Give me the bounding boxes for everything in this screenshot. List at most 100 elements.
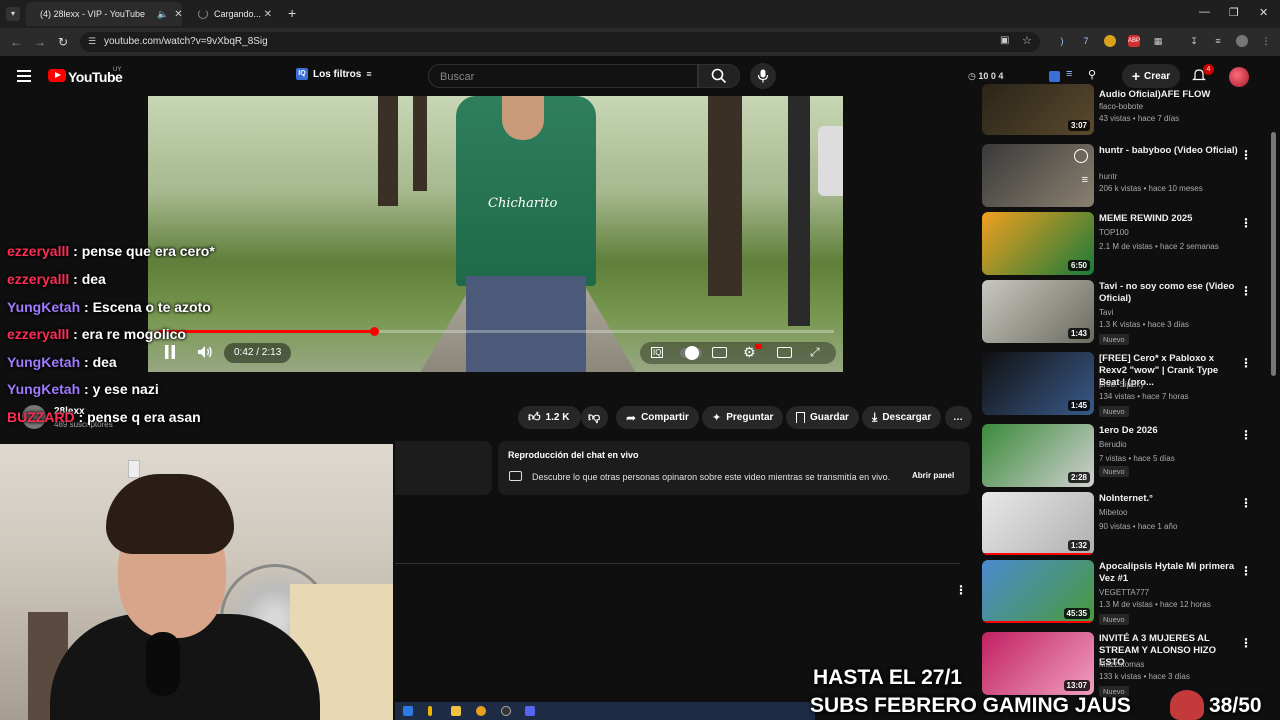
install-app-icon[interactable]: ▣ (1000, 35, 1009, 46)
filters-button[interactable]: IQ Los filtros ≡ (296, 68, 372, 80)
fullscreen-icon[interactable]: ⤢ (810, 345, 820, 360)
comments-more-icon[interactable]: ⋮ (955, 583, 967, 597)
obs-icon[interactable] (501, 706, 511, 716)
recommended-video[interactable]: 13:07 INVITÉ A 3 MUJERES AL STREAM Y ALON… (982, 632, 1272, 697)
user-avatar[interactable] (1229, 67, 1249, 87)
channel-name[interactable]: Mazzatomas (1099, 660, 1144, 669)
extension-badge-icon[interactable] (1049, 71, 1060, 82)
minimize-icon[interactable]: — (1199, 6, 1210, 18)
theater-mode-icon[interactable] (777, 347, 792, 358)
site-info-icon[interactable]: ☰ (88, 36, 96, 47)
video-options-icon[interactable]: ⋮ (1240, 216, 1252, 230)
close-window-icon[interactable]: ✕ (1259, 6, 1268, 19)
folder-icon[interactable] (451, 706, 461, 716)
save-button[interactable]: Guardar (786, 406, 859, 429)
tab-youtube[interactable]: (4) 28lexx - VIP - YouTube 🔈 ✕ (26, 2, 183, 26)
video-options-icon[interactable]: ⋮ (1240, 284, 1252, 298)
recommended-video[interactable]: 45:35 Apocalipsis Hytale Mi primera Vez #… (982, 560, 1272, 625)
create-button[interactable]: + Crear (1122, 64, 1180, 88)
channel-name[interactable]: Tavi (1099, 308, 1113, 317)
video-options-icon[interactable]: ⋮ (1240, 496, 1252, 510)
extension-stats[interactable]: ◷ 10 0 4 (968, 71, 1003, 82)
reading-list-icon[interactable]: ≡ (1212, 35, 1224, 47)
download-icon[interactable]: ↧ (1188, 35, 1200, 47)
recommended-video[interactable]: 2:28 1ero De 2026 Berudio 7 vistas • hace 5… (982, 424, 1272, 488)
app-icon[interactable] (428, 706, 432, 716)
channel-name[interactable]: VEGETTA777 (1099, 588, 1149, 597)
video-title[interactable]: Tavi - no soy como ese (Video Oficial) (1099, 281, 1239, 305)
video-title[interactable]: 1ero De 2026 (1099, 425, 1239, 437)
channel-name[interactable]: huntr (1099, 172, 1117, 181)
tab-list-icon[interactable]: ▾ (6, 7, 20, 21)
video-title[interactable]: huntr - babyboo (Video Oficial) (1099, 145, 1239, 157)
edge-icon[interactable] (403, 706, 413, 716)
video-thumbnail[interactable]: 1:43 (982, 280, 1094, 343)
autoplay-toggle[interactable] (680, 346, 702, 360)
menu-kebab-icon[interactable]: ⋮ (1260, 35, 1272, 47)
forward-icon[interactable]: → (34, 35, 46, 49)
bookmark-star-icon[interactable]: ☆ (1022, 34, 1032, 47)
video-title[interactable]: Apocalipsis Hytale Mi primera Vez #1 (1099, 561, 1239, 585)
settings-gear-icon[interactable]: ⚙ (743, 344, 756, 361)
recommended-video[interactable]: 1:32 NoInternet.° Mibetoo 90 vistas • hace … (982, 492, 1272, 556)
search-button[interactable] (698, 64, 740, 88)
video-thumbnail[interactable]: 45:35 (982, 560, 1094, 623)
search-input[interactable]: Buscar (428, 64, 698, 88)
list-icon[interactable]: ≡ (1066, 68, 1072, 80)
description-box[interactable] (395, 441, 492, 495)
add-to-queue-icon[interactable]: ≡ (1082, 174, 1088, 186)
video-options-icon[interactable]: ⋮ (1240, 564, 1252, 578)
recommended-video[interactable]: 1:43 Tavi - no soy como ese (Video Oficia… (982, 280, 1272, 345)
trophy-icon[interactable]: ⚲ (1088, 68, 1096, 81)
video-thumbnail[interactable]: 6:50 (982, 212, 1094, 275)
extension-icon[interactable]: 7 (1080, 35, 1092, 47)
recommended-video[interactable]: 3:07 Audio Oficial)AFE FLOW flaco-bobote 43… (982, 84, 1272, 152)
extension-player-icon[interactable]: IQ (651, 347, 664, 358)
extensions-puzzle-icon[interactable]: ▦ (1152, 35, 1164, 47)
scrollbar-thumb[interactable] (1271, 132, 1276, 376)
recommended-video[interactable]: 1:45 [FREE] Cero* x Pabloxo x Rexv2 "wow"… (982, 352, 1272, 417)
more-actions-button[interactable]: … (945, 406, 972, 429)
recommended-video[interactable]: ≡ huntr - babyboo (Video Oficial) huntr 206… (982, 144, 1272, 208)
extension-icon[interactable]: ABP (1128, 35, 1140, 47)
address-bar[interactable]: ☰ youtube.com/watch?v=9vXbqR_8Sig ▣ ☆ (80, 32, 1040, 52)
extension-icon[interactable]: ) (1056, 35, 1068, 47)
channel-name[interactable]: Mibetoo (1099, 508, 1127, 517)
video-thumbnail[interactable]: 13:07 (982, 632, 1094, 695)
dislike-button[interactable]: 👎︎ (581, 406, 608, 429)
download-button[interactable]: ⤓ Descargar (862, 406, 942, 429)
watch-later-icon[interactable] (1074, 149, 1088, 163)
subtitles-icon[interactable] (712, 347, 727, 358)
channel-name[interactable]: prod. SipSky (1099, 380, 1144, 389)
ask-button[interactable]: ✦ Preguntar (702, 406, 784, 429)
close-tab-icon[interactable]: ✕ (264, 9, 272, 20)
share-button[interactable]: ➦ Compartir (616, 406, 699, 429)
profile-icon[interactable] (1236, 35, 1248, 47)
open-panel-button[interactable]: Abrir panel (912, 471, 954, 480)
chrome-icon[interactable] (476, 706, 486, 716)
voice-search-button[interactable] (750, 63, 776, 89)
video-thumbnail[interactable]: ≡ (982, 144, 1094, 207)
video-thumbnail[interactable]: 2:28 (982, 424, 1094, 487)
restore-icon[interactable]: ❐ (1229, 6, 1239, 19)
video-title[interactable]: NoInternet.° (1099, 493, 1239, 505)
channel-name[interactable]: Berudio (1099, 440, 1127, 449)
extension-icon[interactable] (1104, 35, 1116, 47)
pause-button[interactable] (163, 344, 177, 360)
video-thumbnail[interactable]: 1:32 (982, 492, 1094, 555)
reload-icon[interactable]: ↻ (58, 35, 68, 49)
discord-icon[interactable] (525, 706, 535, 716)
video-options-icon[interactable]: ⋮ (1240, 428, 1252, 442)
video-options-icon[interactable]: ⋮ (1240, 356, 1252, 370)
channel-name[interactable]: TOP100 (1099, 228, 1129, 237)
channel-name[interactable]: flaco-bobote (1099, 102, 1143, 111)
like-button[interactable]: 👍︎ 1.2 K (518, 406, 581, 429)
volume-button[interactable] (197, 345, 213, 362)
youtube-logo-icon[interactable] (48, 69, 66, 82)
speaker-icon[interactable]: 🔈 (157, 9, 168, 20)
video-thumbnail[interactable]: 3:07 (982, 84, 1094, 135)
new-tab-button[interactable]: + (288, 5, 296, 21)
video-options-icon[interactable]: ⋮ (1240, 636, 1252, 650)
hamburger-menu-icon[interactable] (17, 70, 31, 82)
close-tab-icon[interactable]: ✕ (174, 9, 182, 20)
